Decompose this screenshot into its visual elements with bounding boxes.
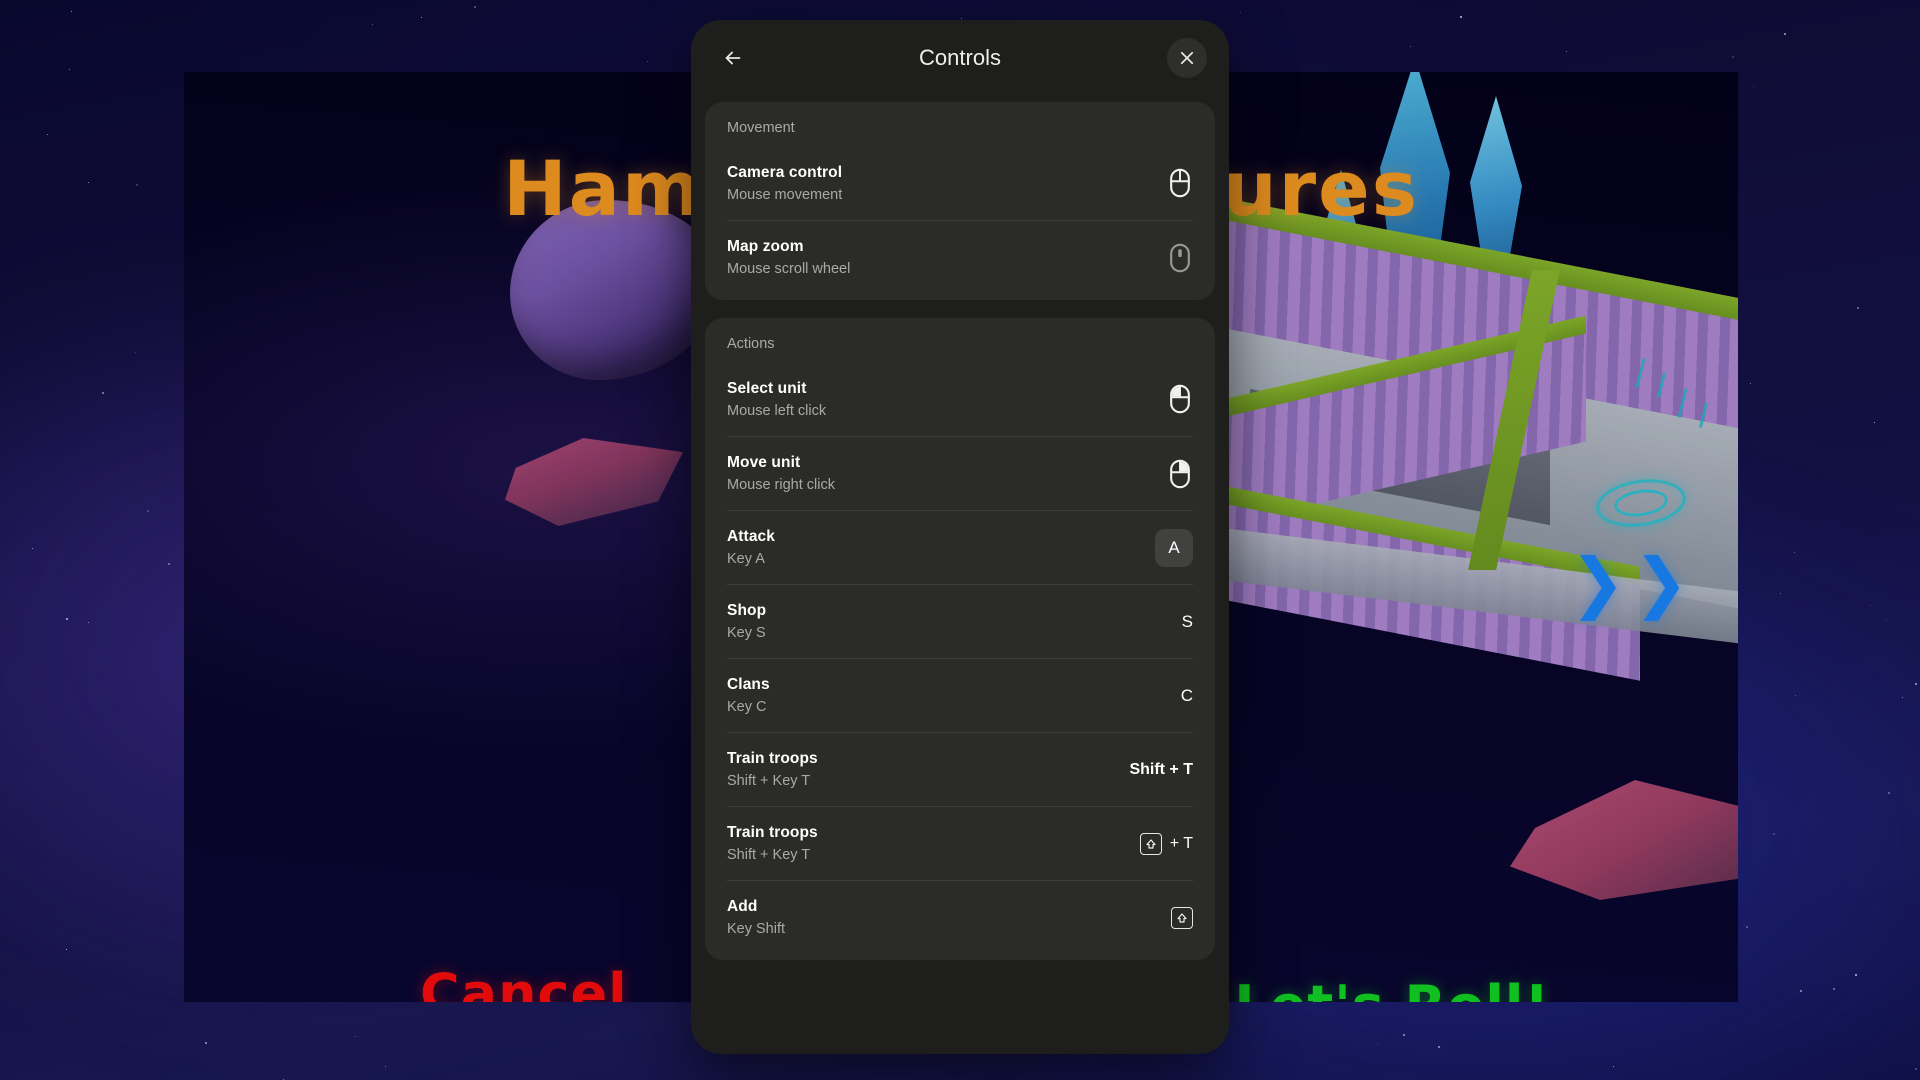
control-label: Map zoom (727, 238, 804, 255)
key-combo-label: + T (1169, 834, 1193, 852)
control-label: Attack (727, 528, 775, 545)
control-label: Clans (727, 676, 770, 693)
control-binding-description: Mouse left click (727, 402, 827, 419)
mouse-icon (1170, 168, 1190, 198)
control-row-text: Shop Key S (727, 602, 766, 641)
control-binding-description: Mouse right click (727, 477, 835, 493)
control-row[interactable]: Attack Key A A (727, 510, 1193, 584)
controls-section: Actions Select unit Mouse left click Move u… (705, 318, 1215, 960)
close-button[interactable] (1167, 38, 1207, 78)
controls-dialog: Controls Movement Camera control Mouse mov… (691, 20, 1229, 1054)
section-title: Actions (727, 336, 775, 352)
section-title: Movement (727, 120, 795, 136)
control-row-text: Camera control Mouse movement (727, 164, 842, 203)
mouse-icon (1170, 459, 1190, 488)
control-binding-description: Key S (727, 625, 766, 641)
control-binding[interactable] (1167, 168, 1193, 198)
back-button[interactable] (713, 38, 753, 78)
control-binding-description: Mouse movement (727, 186, 843, 203)
control-binding[interactable]: S (1182, 612, 1193, 632)
arrow-up-icon (1177, 912, 1187, 923)
control-row[interactable]: Clans Key C C (727, 658, 1193, 732)
key-label: S (1181, 611, 1193, 631)
control-row[interactable]: Add Key Shift (727, 880, 1193, 954)
control-binding[interactable]: + T (1139, 832, 1193, 855)
key-badge[interactable]: A (1155, 528, 1193, 567)
control-row-text: Map zoom Mouse scroll wheel (727, 238, 850, 277)
control-binding-description: Key Shift (727, 921, 786, 937)
control-binding-description: Key A (727, 551, 765, 567)
control-row-text: Select unit Mouse left click (727, 380, 826, 419)
key-label: C (1180, 685, 1193, 705)
control-binding[interactable] (1167, 459, 1193, 489)
control-row-text: Train troops Shift + Key T (727, 824, 818, 863)
control-row[interactable]: Shop Key S S (727, 584, 1193, 658)
mouse-scroll-icon (1170, 243, 1190, 272)
control-label: Train troops (727, 750, 818, 767)
control-row[interactable]: Map zoom Mouse scroll wheel (727, 220, 1193, 294)
dialog-title: Controls (919, 45, 1001, 70)
control-binding[interactable]: A (1155, 528, 1193, 567)
control-binding-description: Key C (727, 699, 767, 715)
shift-key-icon (1139, 832, 1162, 855)
control-label: Move unit (727, 454, 801, 471)
key-combo-label: Shift + T (1129, 760, 1193, 778)
control-row[interactable]: Train troops Shift + Key T + T (727, 806, 1193, 880)
control-label: Train troops (727, 824, 818, 841)
controls-section: Movement Camera control Mouse movement Map … (705, 102, 1215, 300)
dialog-body: Movement Camera control Mouse movement Map … (691, 96, 1229, 1054)
control-label: Add (727, 898, 758, 915)
control-binding[interactable]: Shift + T (1129, 761, 1193, 779)
control-binding-description: Shift + Key T (727, 773, 811, 789)
control-label: Camera control (727, 163, 843, 181)
control-row-text: Attack Key A (727, 528, 775, 567)
arrow-up-icon (1146, 838, 1156, 849)
close-icon (1180, 51, 1194, 65)
control-label: Shop (727, 602, 767, 619)
control-binding[interactable]: C (1181, 686, 1193, 706)
control-row-text: Add Key Shift (727, 898, 785, 937)
control-row[interactable]: Move unit Mouse right click (727, 436, 1193, 510)
control-binding-description: Mouse scroll wheel (727, 261, 851, 277)
control-binding[interactable] (1171, 906, 1193, 929)
mouse-icon (1170, 384, 1190, 414)
control-binding[interactable] (1167, 243, 1193, 273)
shift-key-icon (1171, 906, 1193, 929)
control-binding[interactable] (1167, 384, 1193, 414)
control-label: Select unit (727, 379, 807, 397)
arrow-left-icon (725, 51, 741, 65)
control-row-text: Clans Key C (727, 676, 770, 715)
control-row[interactable]: Select unit Mouse left click (727, 362, 1193, 436)
control-binding-description: Shift + Key T (727, 847, 811, 863)
control-row-text: Train troops Shift + Key T (727, 750, 818, 789)
control-row-text: Move unit Mouse right click (727, 454, 835, 493)
dialog-header: Controls (691, 20, 1229, 96)
control-row[interactable]: Train troops Shift + Key T Shift + T (727, 732, 1193, 806)
control-row[interactable]: Camera control Mouse movement (727, 146, 1193, 220)
